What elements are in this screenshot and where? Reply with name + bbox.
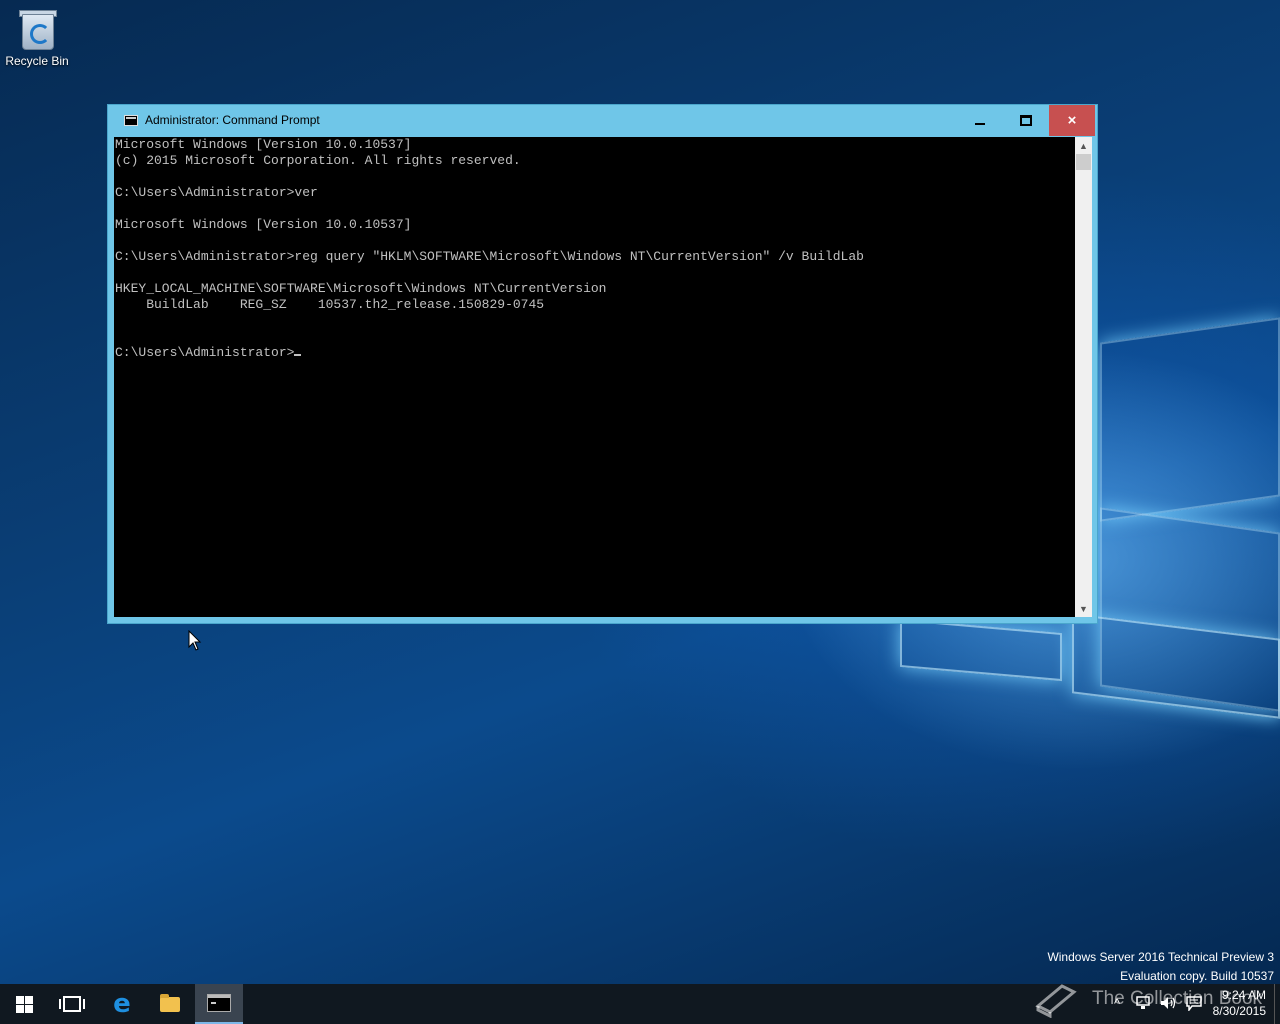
show-desktop-button[interactable]: [1274, 984, 1280, 1024]
scroll-thumb[interactable]: [1076, 154, 1091, 170]
taskbar-clock[interactable]: 9:24 AM 8/30/2015: [1213, 987, 1266, 1019]
vertical-scrollbar[interactable]: ▲ ▼: [1075, 137, 1092, 617]
console-text: Microsoft Windows [Version 10.0.10537] (…: [115, 137, 864, 360]
clock-time: 9:24 AM: [1221, 988, 1266, 1002]
wallpaper-light-pane: [900, 618, 1062, 682]
task-view-button[interactable]: [48, 984, 96, 1024]
scroll-down-button[interactable]: ▼: [1075, 600, 1092, 617]
volume-icon[interactable]: [1160, 996, 1178, 1010]
scroll-up-button[interactable]: ▲: [1075, 137, 1092, 154]
recycle-bin-icon: [18, 8, 57, 50]
edge-button[interactable]: e: [98, 984, 146, 1024]
taskbar: e: [0, 984, 1280, 1024]
start-button[interactable]: [0, 984, 48, 1024]
command-prompt-icon: [124, 115, 138, 126]
action-center-icon[interactable]: [1186, 996, 1202, 1011]
console-output[interactable]: Microsoft Windows [Version 10.0.10537] (…: [114, 137, 1075, 617]
console-prompt: C:\Users\Administrator>: [115, 345, 295, 360]
folder-icon: [160, 993, 180, 1012]
text-cursor: [294, 354, 302, 356]
book-logo-icon: [1035, 984, 1077, 1018]
task-view-icon: [59, 996, 85, 1012]
mouse-pointer-icon: [188, 630, 202, 651]
window-titlebar[interactable]: Administrator: Command Prompt ×: [108, 105, 1097, 137]
show-hidden-icons-button[interactable]: ^: [1114, 996, 1120, 1011]
file-explorer-button[interactable]: [146, 984, 194, 1024]
wallpaper-light-pane: [1100, 317, 1280, 522]
desktop-icon-recycle-bin[interactable]: Recycle Bin: [4, 8, 70, 68]
network-icon[interactable]: [1136, 996, 1152, 1010]
chevron-up-icon: ^: [1114, 996, 1121, 1011]
evaluation-watermark: Windows Server 2016 Technical Preview 3 …: [1047, 948, 1274, 986]
chevron-down-icon: ▼: [1079, 603, 1088, 614]
watermark-line-1: Windows Server 2016 Technical Preview 3: [1047, 950, 1274, 964]
minimize-button[interactable]: [957, 105, 1003, 136]
edge-icon: e: [113, 989, 131, 1019]
close-button[interactable]: ×: [1049, 105, 1095, 136]
maximize-icon: [1020, 115, 1032, 126]
command-prompt-window[interactable]: Administrator: Command Prompt × Microsof…: [107, 104, 1098, 624]
desktop-icon-label: Recycle Bin: [5, 54, 69, 68]
chevron-up-icon: ▲: [1079, 140, 1088, 151]
command-prompt-taskbar-button[interactable]: [195, 984, 243, 1024]
close-icon: ×: [1067, 112, 1077, 129]
window-title: Administrator: Command Prompt: [145, 113, 320, 127]
clock-date: 8/30/2015: [1212, 1004, 1266, 1018]
maximize-button[interactable]: [1003, 105, 1049, 136]
windows-logo-icon: [15, 995, 33, 1013]
minimize-icon: [975, 122, 985, 125]
command-prompt-icon: [207, 994, 231, 1012]
